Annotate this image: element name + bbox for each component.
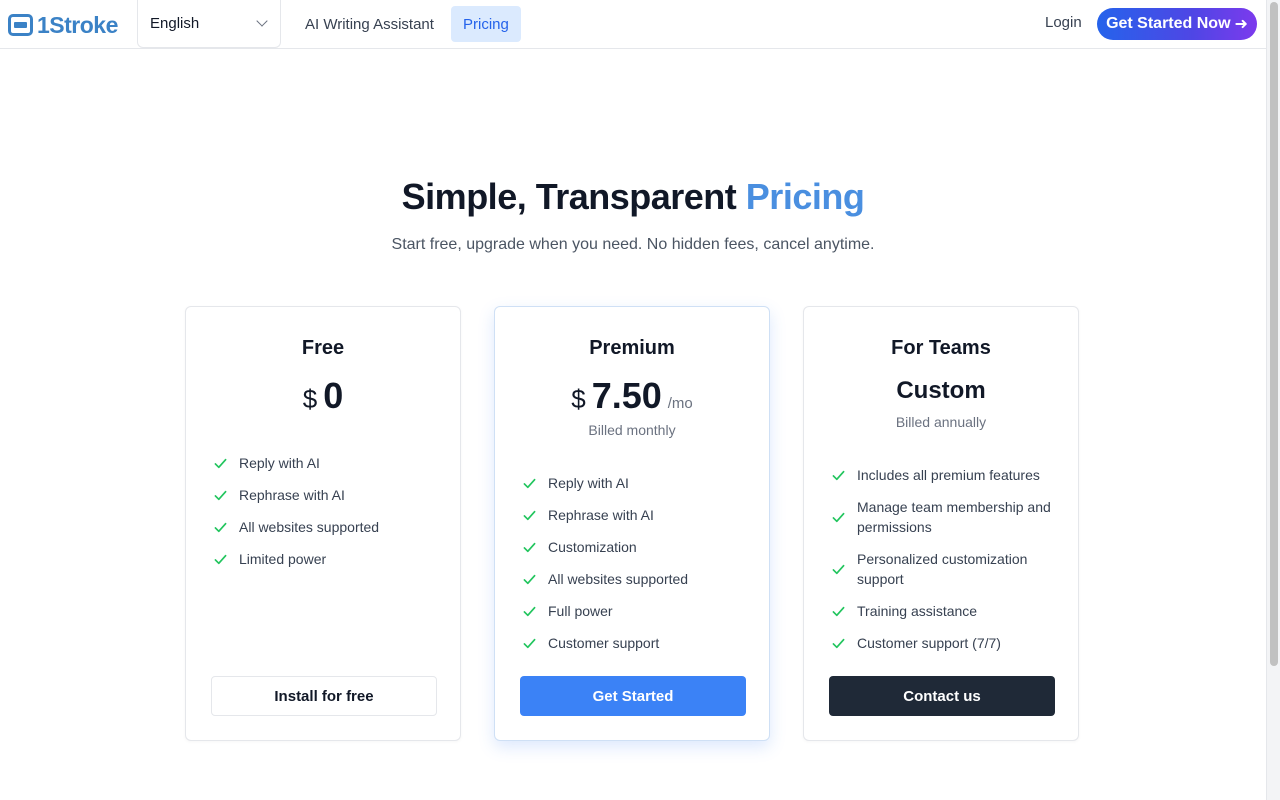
get-started-now-button[interactable]: Get Started Now ➜ [1097,8,1257,40]
check-icon [830,467,847,484]
feature-item: Rephrase with AI [212,485,442,505]
feature-item: Personalized customization support [830,549,1060,589]
price-amount: 7.50 [591,375,662,416]
get-started-button[interactable]: Get Started [520,676,746,716]
feature-item: Training assistance [830,601,1060,621]
nav-ai-writing-assistant[interactable]: AI Writing Assistant [293,6,446,42]
feature-item: Full power [521,601,751,621]
plan-price: $ 7.50 /mo [495,375,769,417]
check-icon [521,507,538,524]
feature-list: Reply with AI Rephrase with AI Customiza… [521,473,751,665]
check-icon [521,603,538,620]
feature-item: Customer support [521,633,751,653]
page-title-accent: Pricing [745,176,865,217]
check-icon [212,519,229,536]
check-icon [212,551,229,568]
price-period: /mo [667,395,693,412]
plan-card-free: Free $ 0 Reply with AI Rephrase with AI … [185,306,461,741]
plan-name: For Teams [891,337,991,359]
feature-item: Customization [521,537,751,557]
feature-item: Rephrase with AI [521,505,751,525]
feature-item: All websites supported [212,517,442,537]
feature-list: Reply with AI Rephrase with AI All websi… [212,453,442,581]
chevron-down-icon [256,15,268,27]
feature-item: Manage team membership and permissions [830,497,1060,537]
plan-name: Free [301,337,345,359]
billing-note: Billed monthly [588,422,676,438]
feature-item: Reply with AI [212,453,442,473]
plan-card-premium: Premium $ 7.50 /mo Billed monthly Reply … [494,306,770,741]
logo-text: 1Stroke [37,11,118,38]
nav-pricing[interactable]: Pricing [451,6,521,42]
check-icon [212,487,229,504]
arrow-right-icon: ➜ [1234,16,1248,33]
install-for-free-button[interactable]: Install for free [211,676,437,716]
check-icon [830,603,847,620]
feature-item: Customer support (7/7) [830,633,1060,653]
price-amount: 0 [323,375,344,416]
check-icon [830,635,847,652]
logo-icon [8,14,33,36]
language-select[interactable]: English [137,0,281,48]
plan-name: Premium [589,337,675,359]
feature-item: Reply with AI [521,473,751,493]
plan-card-teams: For Teams Custom Billed annually Include… [803,306,1079,741]
login-link[interactable]: Login [1045,14,1082,31]
page-scrollbar[interactable] [1266,0,1280,800]
get-started-now-label: Get Started Now [1106,15,1231,32]
feature-item: Limited power [212,549,442,569]
check-icon [212,455,229,472]
check-icon [521,539,538,556]
check-icon [830,561,847,578]
page-subtitle: Start free, upgrade when you need. No hi… [391,236,875,253]
price-currency: $ [302,384,318,414]
contact-us-button[interactable]: Contact us [829,676,1055,716]
check-icon [521,571,538,588]
logo[interactable]: 1Stroke [8,12,118,38]
check-icon [521,475,538,492]
feature-list: Includes all premium features Manage tea… [830,465,1060,665]
check-icon [521,635,538,652]
check-icon [830,509,847,526]
scrollbar-thumb[interactable] [1270,2,1278,666]
plan-price: $ 0 [186,375,460,417]
language-value: English [150,15,200,32]
top-navbar: 1Stroke English AI Writing Assistant Pri… [0,0,1266,49]
page-title: Simple, Transparent Pricing [0,176,1266,218]
billing-note: Billed annually [895,414,987,430]
price-currency: $ [571,384,586,414]
feature-item: Includes all premium features [830,465,1060,485]
feature-item: All websites supported [521,569,751,589]
plan-price: Custom [896,377,986,404]
page-title-main: Simple, Transparent [401,176,746,217]
